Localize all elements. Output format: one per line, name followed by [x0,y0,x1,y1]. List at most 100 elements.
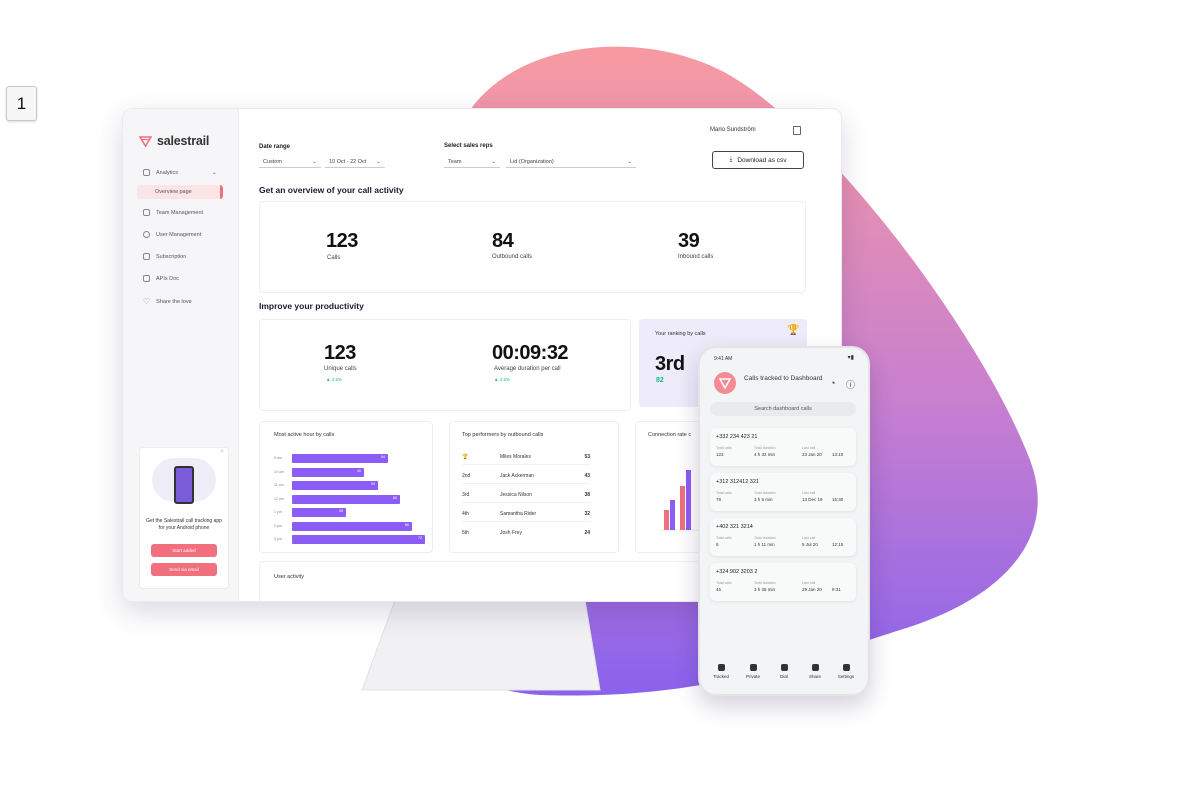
overview-heading: Get an overview of your call activity [259,185,404,195]
table-row: 2nd Jack Ackerman 43 [462,471,590,484]
sidebar-item-team-management[interactable]: Team Management [143,209,203,216]
sidebar-item-overview[interactable]: Overview page [137,185,223,199]
chart-bar [680,486,685,530]
hour-bar-value: 66 [405,522,409,527]
download-csv-button[interactable]: ⤓ Download as csv [712,151,804,169]
salestrail-logo-icon [718,378,732,390]
call-card[interactable]: +402 321 3214 Total calls Total duration La… [710,518,856,556]
logout-icon[interactable] [793,126,801,135]
reps-value-select[interactable]: Lid (Organization) ⌄ [506,156,636,168]
close-icon[interactable]: × [220,449,224,455]
last-call-value: 5 Jul 20 [802,542,818,547]
promo-email-button[interactable]: Send via email [151,563,217,576]
phone-status-time: 9:41 AM [714,356,733,362]
performer-value: 38 [584,492,590,498]
download-label: Download as csv [737,156,787,164]
call-number: +332 234 423 21 [716,434,758,440]
hour-bar-value: 72 [418,536,422,540]
card-icon [143,253,150,260]
chevron-down-icon: ⌄ [376,158,381,165]
hour-bar-value: 35 [339,509,343,513]
chevron-down-icon: ⌄ [627,158,632,165]
sidebar-item-label: APIs Doc [156,275,179,282]
user-name: Mario Sundström [710,127,756,133]
hour-bar-value: 60 [393,495,397,500]
sidebar-item-user-management[interactable]: User Management [143,231,201,238]
nav-settings[interactable]: Settings [831,664,861,679]
unique-calls-trend: ▲ 4.5% [326,377,342,382]
sidebar-item-apis-doc[interactable]: APIs Doc [143,275,179,282]
dialpad-icon [780,664,788,671]
help-icon[interactable]: ⓘ [846,378,855,391]
total-duration-value: 4 h 32 min [754,452,776,457]
sidebar: salestrail Analytics ⌄ Overview page Team… [123,109,239,601]
performer-rank: 5th [462,530,469,536]
heart-icon: ♡ [143,297,151,306]
team-icon [143,209,150,216]
date-mode-select[interactable]: Custom ⌄ [259,156,321,168]
reps-mode-select[interactable]: Team ⌄ [444,156,500,168]
trend-value: 4.5% [331,377,342,382]
total-calls-key: Total calls [716,446,732,450]
sidebar-item-analytics[interactable]: Analytics ⌄ [143,169,217,176]
sidebar-item-share-the-love[interactable]: ♡ Share the love [143,297,192,306]
nav-dial[interactable]: Dial [769,664,799,679]
total-duration-value: 1 h 11 min [754,542,775,547]
performer-value: 43 [584,473,590,479]
last-call-key: Last call [802,536,816,540]
select-value: Lid (Organization) [510,158,554,165]
last-call-key: Last call [802,491,816,495]
android-icon [174,466,194,504]
chart-icon [143,169,150,176]
performer-value: 32 [584,511,590,517]
sidebar-item-subscription[interactable]: Subscription [143,253,186,260]
total-calls-key: Total calls [716,536,732,540]
active-hours-card: Most active hour by calls 9 am 54 10 am 40 1… [259,421,433,553]
ranking-label: Your ranking by calls [655,331,706,337]
last-call-time: 13:10 [832,452,844,457]
nav-share[interactable]: Share [800,664,830,679]
hour-bar: 54 [292,454,388,463]
hour-label: 2 pm [274,523,282,528]
performer-rank: 4th [462,511,469,517]
hour-label: 12 pm [274,496,284,501]
phone-icon [749,664,757,671]
inbound-calls-value: 39 [678,230,700,252]
last-call-value: 23 Jan 20 [802,452,822,457]
select-value: Team [448,158,462,165]
brand-logo: salestrail [139,134,209,148]
performer-value: 53 [584,454,590,460]
search-input[interactable]: Search dashboard calls [710,402,856,416]
nav-private[interactable]: Private [738,664,768,679]
unique-calls-label: Unique calls [324,366,357,372]
last-call-value: 13 Dec 19 [802,497,823,502]
performer-name: Josh Frey [500,530,522,536]
call-card[interactable]: +312 312412 321 Total calls Total duration… [710,473,856,511]
speed-icon[interactable]: ◔ [830,378,835,388]
avg-duration-trend: ▲ 4.5% [494,377,510,382]
total-duration-value: 3 h 5 min [754,497,773,502]
call-card[interactable]: +324 902 3203 2 Total calls Total duration… [710,563,856,601]
inbound-calls-label: Inbound calls [678,254,714,260]
hour-bar-value: 40 [357,468,361,473]
nav-tracked[interactable]: Tracked [706,664,736,679]
share-icon [811,664,819,671]
promo-start-button[interactable]: Start added [151,544,217,557]
outbound-calls-label: Outbound calls [492,254,533,260]
productivity-heading: Improve your productivity [259,301,364,311]
overview-stats-card: 123 Calls 84 Outbound calls 39 Inbound c… [259,201,806,293]
call-card[interactable]: +332 234 423 21 Total calls Total duration… [710,428,856,466]
chart-bar [664,510,669,530]
nav-label: Private [745,674,760,679]
unique-calls-value: 123 [324,342,356,364]
top-performers-card: Top performers by outbound calls 🏆 Miles … [449,421,619,553]
hour-label: 3 pm [274,537,282,541]
performer-name: Miles Morales [500,454,531,460]
hour-label: 10 am [274,469,284,474]
sidebar-item-label: User Management [156,231,202,238]
last-call-key: Last call [802,446,816,450]
performer-rank: 3rd [462,492,470,498]
total-calls-key: Total calls [716,491,732,495]
android-app-promo: × Get the Salestrail call tracking app f… [139,447,229,589]
date-value-select[interactable]: 10 Oct - 22 Oct ⌄ [325,156,385,168]
